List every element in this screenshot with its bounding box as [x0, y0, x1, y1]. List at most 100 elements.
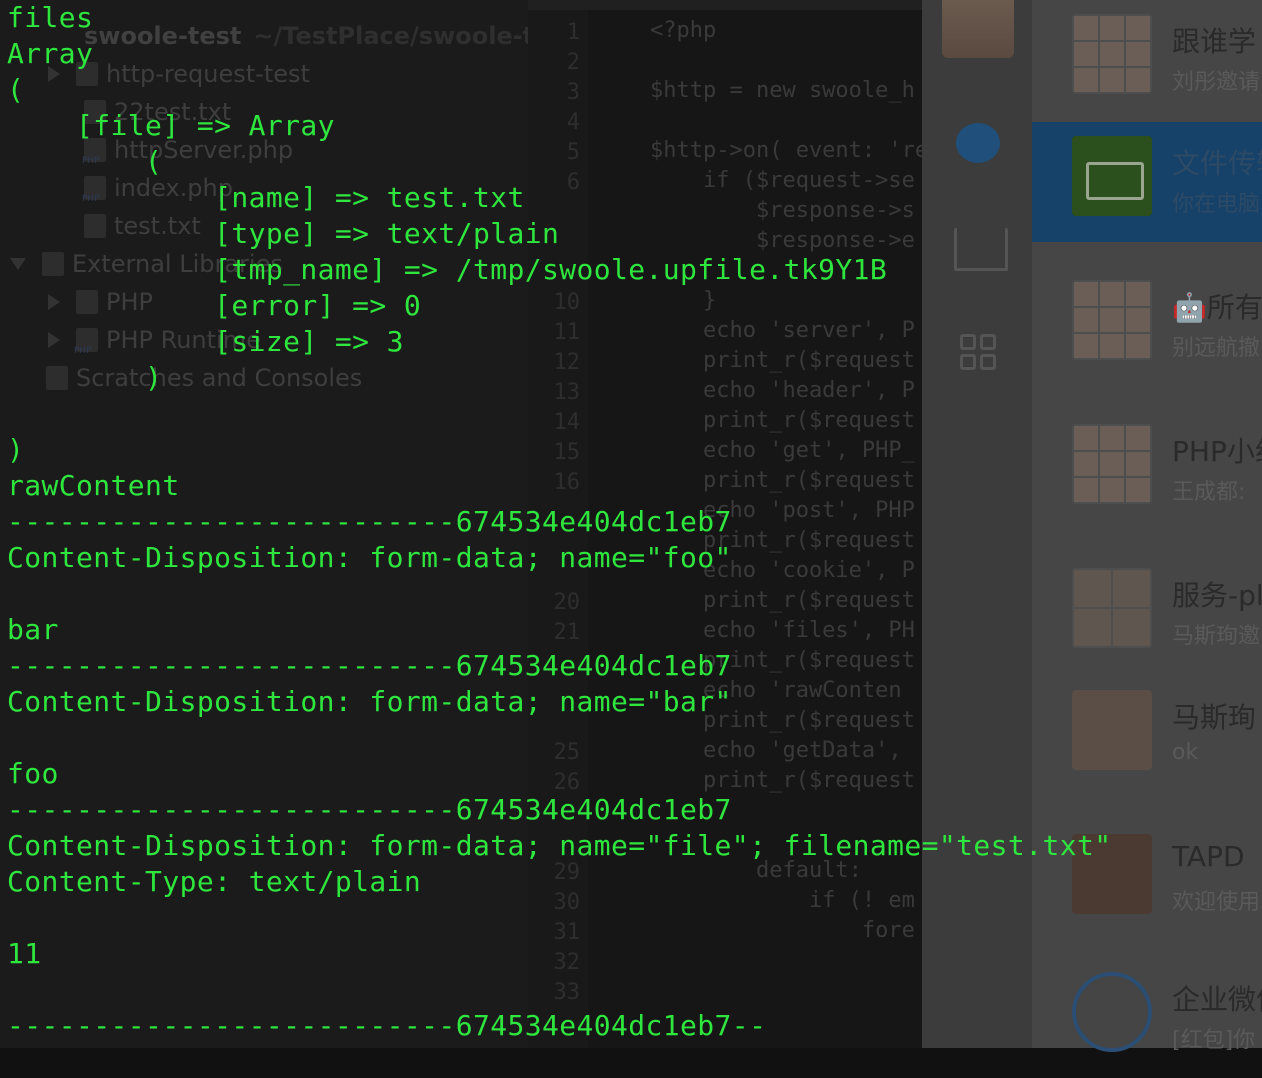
conversation-avatar [1072, 834, 1152, 914]
conversation-preview: 你在电脑 [1172, 192, 1261, 217]
conversation-item[interactable]: 🤖所有 别远航撤 [1032, 266, 1262, 386]
line-number: 26 [553, 770, 581, 795]
tree-item-label: Scratches and Consoles [76, 364, 363, 392]
apps-grid-icon[interactable] [960, 334, 996, 370]
line-number: 29 [553, 860, 581, 885]
library-icon [42, 252, 64, 276]
line-number: 1 [566, 20, 580, 45]
editor-tabs[interactable] [528, 0, 922, 10]
conversation-preview: [红包]你 [1172, 1028, 1256, 1053]
code-line: echo 'rawConten [650, 678, 902, 703]
collapse-arrow-icon[interactable] [10, 258, 26, 270]
tree-item-label: 22test.txt [114, 98, 232, 126]
tree-item-label: http-request-test [106, 60, 310, 88]
folder-icon [76, 62, 98, 86]
code-line: $response->e [650, 228, 915, 253]
line-number: 32 [553, 950, 581, 975]
tree-item-label: test.txt [114, 212, 201, 240]
line-number: 25 [553, 740, 581, 765]
code-line: print_r($request [650, 708, 915, 733]
expand-arrow-icon[interactable] [48, 294, 60, 310]
conversation-name: 跟谁学 [1172, 25, 1257, 58]
tree-item-index[interactable]: index.php [82, 170, 233, 206]
code-line: print_r($request [650, 468, 915, 493]
chat-bubble-icon[interactable] [956, 123, 1000, 163]
conversation-name: PHP小组 [1172, 435, 1262, 468]
tree-item-php[interactable]: PHP [48, 284, 153, 320]
conversation-avatar [1072, 568, 1152, 648]
line-number: 16 [553, 470, 581, 495]
tree-item-test[interactable]: test.txt [84, 208, 201, 244]
code-line: print_r($request [650, 408, 915, 433]
line-number: 33 [553, 980, 581, 1005]
chat-nav-bar [922, 0, 1032, 1048]
php-file-icon [82, 176, 106, 204]
code-line: echo 'cookie', P [650, 558, 915, 583]
code-line: print_r($request [650, 768, 915, 793]
code-line: print_r($request [650, 648, 915, 673]
line-number: 12 [553, 350, 581, 375]
conversation-avatar [1072, 972, 1152, 1052]
line-number: 10 [553, 290, 581, 315]
conversation-name: 企业微信 [1172, 983, 1262, 1016]
tree-item-scratches[interactable]: Scratches and Consoles [46, 360, 362, 396]
code-line: echo 'getData', [650, 738, 902, 763]
tree-item-http-request-test[interactable]: http-request-test [48, 56, 310, 92]
library-icon [76, 290, 98, 314]
line-number: 2 [566, 50, 580, 75]
php-folder-icon [74, 328, 98, 356]
org-chart-icon[interactable] [954, 228, 1008, 271]
conversation-avatar [1072, 424, 1152, 504]
conversation-item[interactable]: PHP小组王成都: [1032, 410, 1262, 530]
line-number: 4 [566, 110, 580, 135]
code-line: print_r($request [650, 528, 915, 553]
conversation-name: 马斯珣 [1172, 701, 1257, 734]
conversation-preview: 欢迎使用 [1172, 890, 1261, 915]
project-root-name: swoole-test [84, 22, 242, 50]
code-line: <?php [650, 18, 717, 43]
text-file-icon [84, 100, 106, 124]
line-number: 14 [553, 410, 581, 435]
text-file-icon [84, 214, 106, 238]
code-line: $http->on( event: 're [650, 138, 922, 163]
tree-item-external-libraries[interactable]: External Libraries [10, 246, 283, 282]
code-line: fore [650, 918, 915, 943]
line-number: 5 [566, 140, 580, 165]
project-panel: swoole-test ~/TestPlace/swoole-tes http-… [0, 0, 565, 1048]
code-line: default: [650, 858, 862, 883]
conversation-preview: ok [1172, 740, 1199, 765]
line-number: 15 [553, 440, 581, 465]
line-number: 21 [553, 620, 581, 645]
expand-arrow-icon[interactable] [48, 66, 60, 82]
tree-item-22test[interactable]: 22test.txt [84, 94, 231, 130]
code-line: echo 'files', PH [650, 618, 915, 643]
project-root[interactable]: swoole-test ~/TestPlace/swoole-tes [84, 18, 565, 54]
avatar[interactable] [942, 0, 1014, 58]
code-line: echo 'server', P [650, 318, 915, 343]
conversation-item[interactable]: 文件传输你在电脑 [1032, 122, 1262, 242]
code-line: echo 'post', PHP [650, 498, 915, 523]
tree-item-label: PHP [106, 288, 153, 316]
conversation-item[interactable]: 企业微信 [红包]你 [1032, 958, 1262, 1078]
line-number: 11 [553, 320, 581, 345]
tree-item-php-runtime[interactable]: PHP Runtime [48, 322, 261, 358]
conversation-item[interactable]: 跟谁学 刘彤邀请 [1032, 0, 1262, 120]
conversation-item[interactable]: TAPD 欢迎使用 [1032, 820, 1262, 940]
conversation-name: 文件传输 [1172, 147, 1262, 180]
conversation-item[interactable]: 马斯珣 ok [1032, 676, 1262, 796]
code-line: print_r($request [650, 588, 915, 613]
code-line: if ($request->se [650, 168, 915, 193]
conversation-name: TAPD [1172, 840, 1245, 873]
tree-item-label: PHP Runtime [106, 326, 261, 354]
conversation-avatar [1072, 690, 1152, 770]
conversation-item[interactable]: 服务-pl 马斯珣邀 [1032, 554, 1262, 674]
line-number: 30 [553, 890, 581, 915]
conversation-avatar [1072, 280, 1152, 360]
tree-item-httpserver[interactable]: httpServer.php [82, 132, 293, 168]
conversation-name: 服务-pl [1172, 579, 1262, 612]
conversation-avatar [1072, 14, 1152, 94]
expand-arrow-icon[interactable] [48, 332, 60, 348]
conversation-avatar [1072, 136, 1152, 216]
project-root-path: ~/TestPlace/swoole-tes [253, 22, 565, 50]
line-number: 3 [566, 80, 580, 105]
